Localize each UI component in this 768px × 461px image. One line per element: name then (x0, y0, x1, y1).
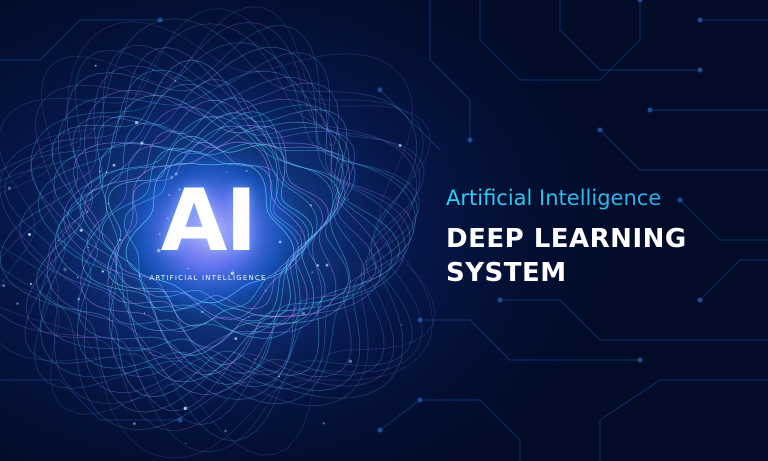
sparkle-dot (107, 202, 110, 205)
sparkle-dot (322, 422, 325, 425)
sparkle-dot (143, 312, 146, 314)
sparkle-dot (248, 316, 250, 318)
sparkle-dot (311, 271, 314, 273)
sparkle-dot (224, 429, 227, 433)
sparkle-dot (347, 198, 349, 200)
sparkle-dot (264, 289, 267, 292)
ai-logo-mark: AI (160, 171, 258, 271)
sparkle-dot (234, 337, 238, 340)
sparkle-dot (28, 233, 31, 236)
sparkle-dot (119, 238, 122, 241)
sparkle-dot (134, 120, 139, 125)
sparkle-dot (86, 211, 89, 213)
sparkle-dot (76, 276, 79, 279)
sparkle-dot (29, 282, 32, 285)
sparkle-dot (140, 141, 144, 145)
sparkle-dot (99, 170, 101, 173)
sparkle-dot (79, 228, 83, 232)
sparkle-dot (16, 302, 19, 305)
headline-title: DEEP LEARNING SYSTEM (446, 222, 746, 290)
sparkle-dot (400, 324, 402, 326)
sparkle-dot (278, 375, 281, 378)
ai-logo-caption: ARTIFICIAL INTELLIGENCE (149, 274, 267, 282)
sparkle-dot (77, 297, 81, 301)
sparkle-dot (348, 359, 353, 363)
ai-banner: AI ARTIFICIAL INTELLIGENCE Artificial In… (0, 0, 768, 461)
sparkle-dot (278, 240, 282, 244)
sparkle-dot (183, 406, 187, 410)
sparkle-dot (57, 239, 59, 242)
headline-title-line-2: SYSTEM (446, 258, 567, 288)
sparkle-dot (101, 270, 105, 273)
sparkle-dot (325, 263, 329, 267)
sparkle-dot (2, 284, 5, 287)
sparkle-dot (112, 163, 116, 167)
sparkle-dot (301, 311, 306, 316)
sparkle-dot (174, 80, 177, 82)
sparkle-dot (398, 143, 402, 147)
sparkle-dot (316, 264, 319, 267)
sparkle-dot (185, 443, 187, 445)
sparkle-dot (105, 171, 108, 174)
sparkle-dot (253, 358, 256, 361)
sparkle-dot (133, 422, 136, 425)
sparkle-dot (87, 247, 89, 249)
headline-title-line-1: DEEP LEARNING (446, 224, 687, 254)
sparkle-dot (94, 64, 97, 67)
sparkle-dot (330, 144, 332, 146)
sparkle-dot (63, 267, 67, 272)
headline-subtitle: Artificial Intelligence (446, 184, 746, 212)
sparkle-dot (200, 310, 204, 314)
sparkle-dot (7, 186, 11, 190)
sparkle-dot (309, 204, 312, 207)
